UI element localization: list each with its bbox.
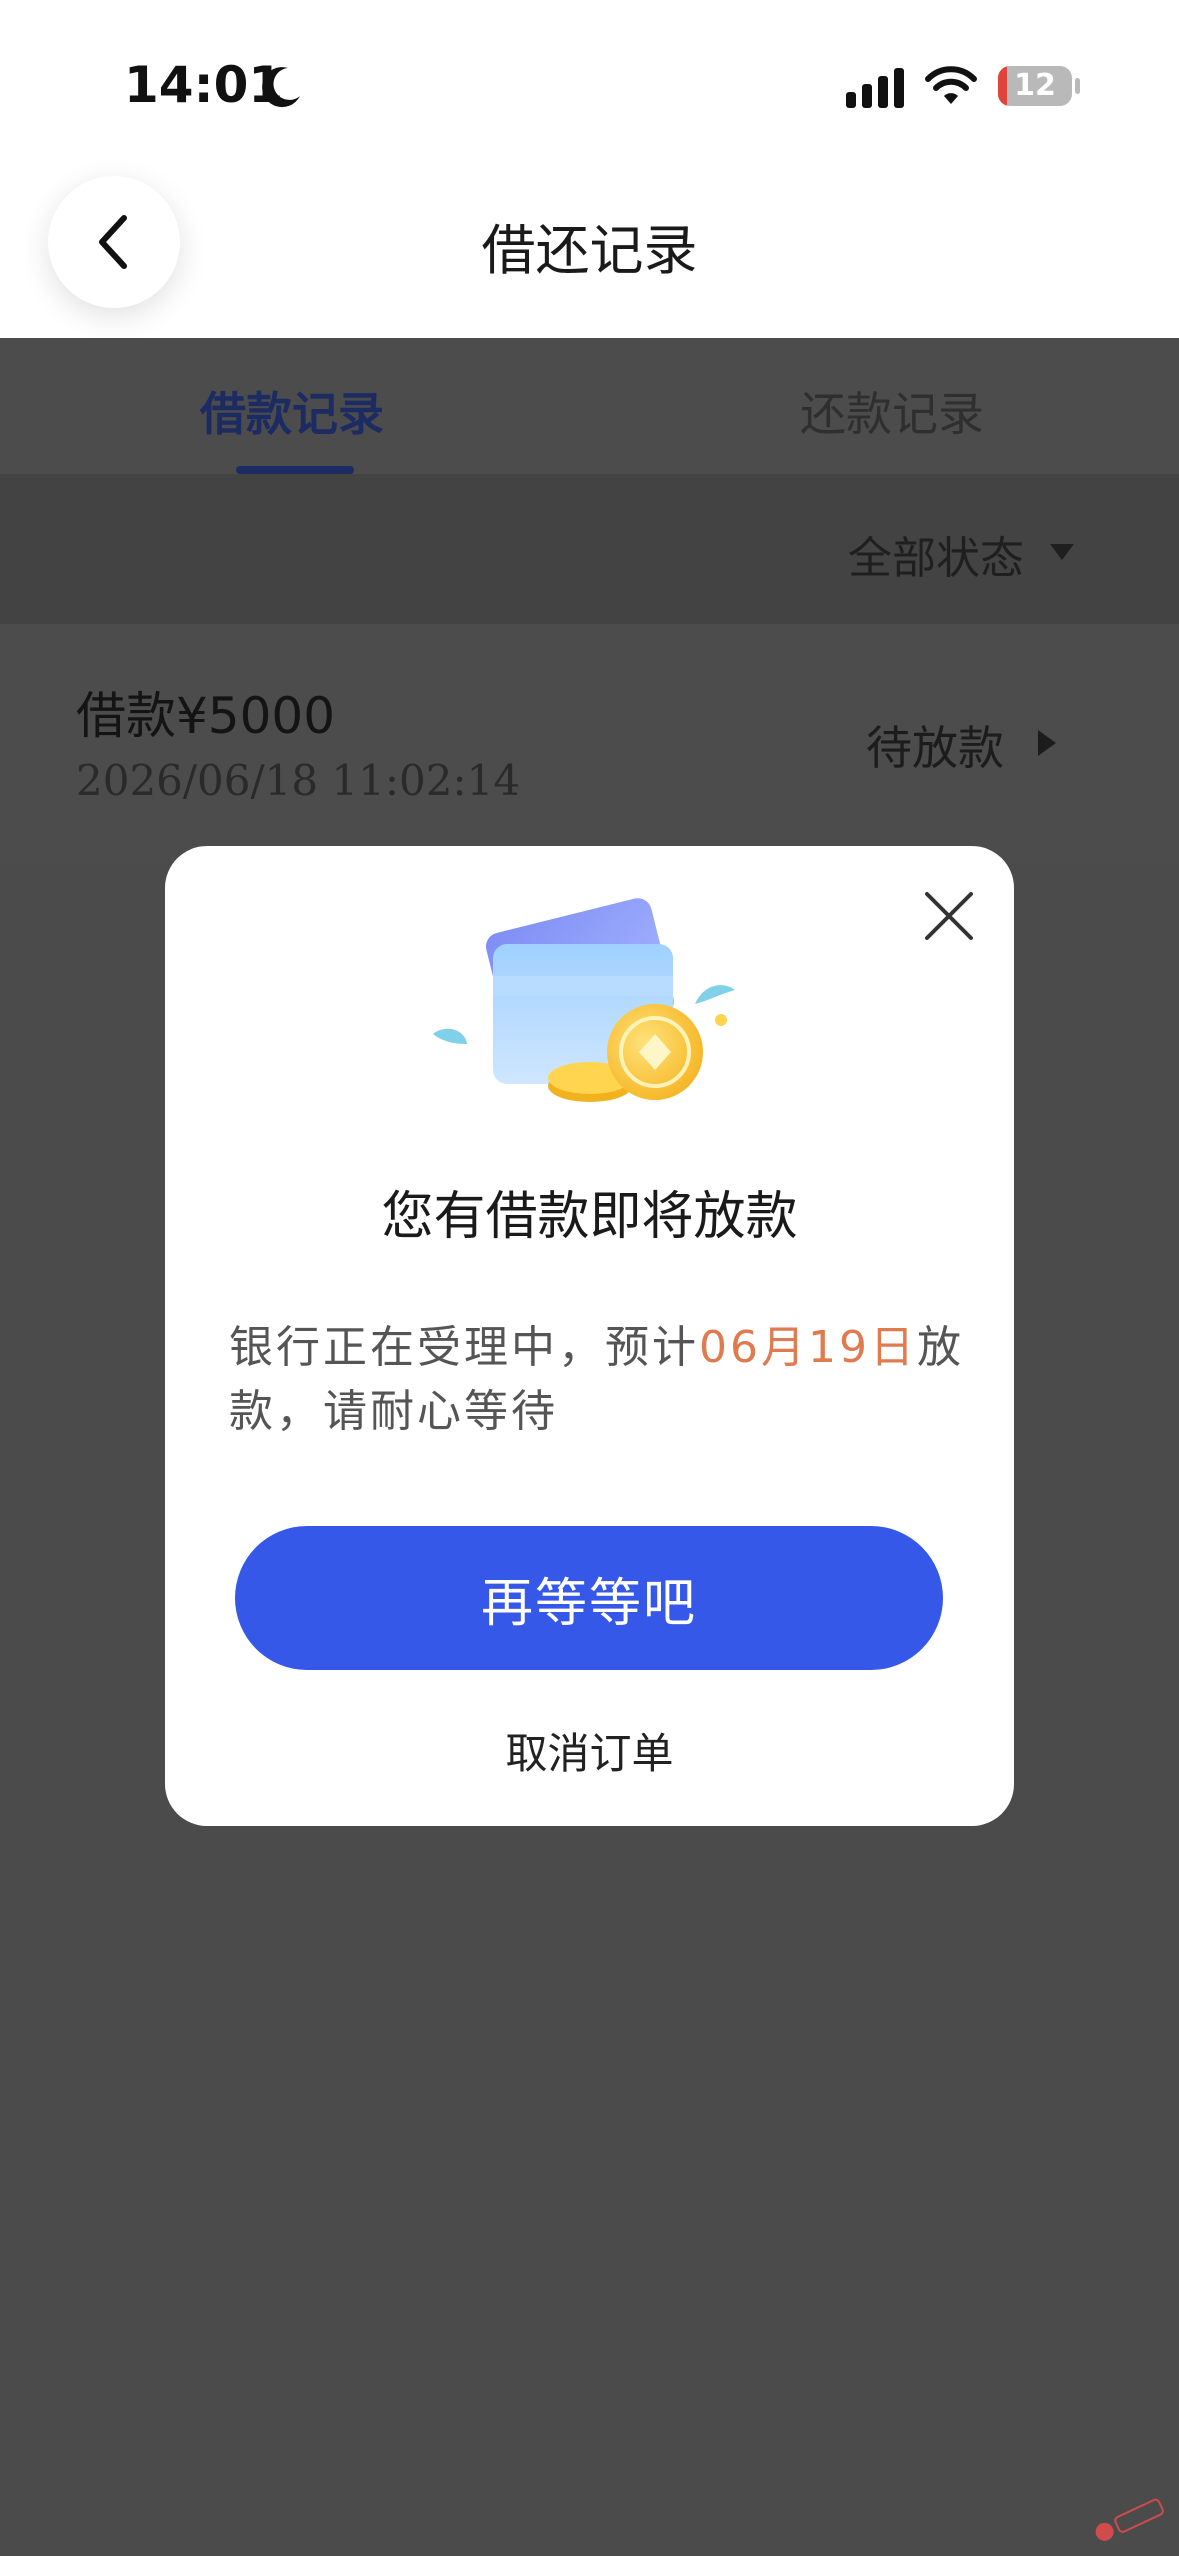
cellular-signal-icon (846, 68, 904, 108)
loan-disbursement-dialog: 您有借款即将放款 银行正在受理中，预计06月19日放款，请耐心等待 再等等吧 取… (165, 846, 1014, 1826)
record-amount: 借款¥5000 (76, 687, 336, 745)
page: 14:01 12 借还记录 借款记录 还款记录 全部状态 借款¥5000 202… (0, 0, 1179, 2556)
message-text-before: 银行正在受理中，预计 (229, 1322, 699, 1373)
card-coins-illustration (433, 898, 735, 1102)
tab-repayment-records[interactable]: 还款记录 (800, 378, 984, 444)
close-icon[interactable] (921, 888, 977, 944)
record-timestamp: 2026/06/18 11:02:14 (76, 756, 521, 805)
wait-button[interactable]: 再等等吧 (235, 1526, 943, 1670)
active-tab-indicator (236, 466, 354, 474)
record-status: 待放款 (866, 721, 1004, 775)
tab-loan-records[interactable]: 借款记录 (200, 378, 384, 444)
dialog-title: 您有借款即将放款 (381, 1187, 798, 1247)
disbursement-date: 06月19日 (699, 1322, 917, 1373)
header: 14:01 12 借还记录 (0, 0, 1179, 338)
battery-icon: 12 (998, 66, 1072, 106)
loan-record-item[interactable]: 借款¥5000 2026/06/18 11:02:14 待放款 (0, 624, 1179, 864)
battery-level-text: 12 (1014, 68, 1056, 103)
dialog-message: 银行正在受理中，预计06月19日放款，请耐心等待 (229, 1316, 969, 1444)
filter-bar: 全部状态 (0, 474, 1179, 624)
wifi-icon (925, 66, 977, 104)
tab-bar: 借款记录 还款记录 (0, 338, 1179, 474)
caret-down-icon (1050, 544, 1074, 560)
moon-icon (262, 67, 300, 108)
battery-cap (1075, 78, 1080, 94)
cancel-order-link[interactable]: 取消订单 (165, 1720, 1014, 1781)
status-filter-dropdown[interactable]: 全部状态 (848, 522, 1024, 586)
page-title: 借还记录 (481, 219, 698, 282)
caret-right-icon (1038, 730, 1056, 756)
